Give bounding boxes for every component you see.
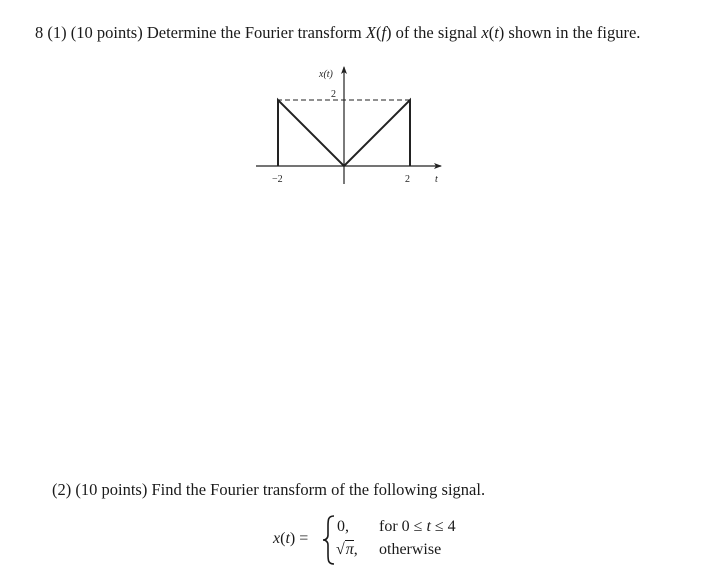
y-axis-label: x(t) <box>318 69 334 80</box>
sqrt-pi: √π <box>336 540 354 558</box>
y-tick-label: 2 <box>331 89 336 100</box>
part-label: (2) <box>52 480 72 499</box>
case-1-value: 0, <box>337 518 349 535</box>
case-1-condition: for 0 ≤ t ≤ 4 <box>379 518 456 535</box>
signal-figure: x(t) 2 −2 2 t <box>256 66 442 185</box>
points-label: (10 points) <box>75 480 148 499</box>
x-tick-label-neg2: −2 <box>272 174 283 185</box>
x-tick-label-2: 2 <box>405 174 410 185</box>
case-2-condition: otherwise <box>379 541 442 558</box>
equation-lhs: x(t) = <box>273 530 309 547</box>
prompt-text: Find the Fourier transform of the follow… <box>151 480 486 499</box>
left-brace <box>322 515 335 565</box>
case-2-value: √π, <box>336 540 358 558</box>
x-axis-label: t <box>435 174 438 185</box>
question-2-text: (2) (10 points) Find the Fourier transfo… <box>52 480 485 500</box>
